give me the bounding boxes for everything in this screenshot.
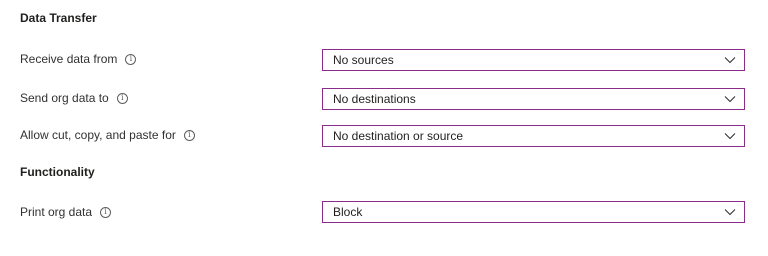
cut-copy-paste-dropdown[interactable]: No destination or source [322, 125, 745, 147]
receive-data-dropdown[interactable]: No sources [322, 49, 745, 71]
section-title-functionality: Functionality [20, 165, 95, 179]
receive-data-label-text: Receive data from [20, 52, 118, 66]
send-org-data-dropdown[interactable]: No destinations [322, 88, 745, 110]
chevron-down-icon [724, 208, 736, 216]
info-icon[interactable]: i [183, 129, 195, 141]
print-org-data-label: Print org data i [20, 204, 112, 220]
receive-data-value: No sources [333, 53, 394, 67]
send-org-data-label: Send org data to i [20, 90, 128, 106]
cut-copy-paste-value: No destination or source [333, 129, 464, 143]
print-org-data-dropdown[interactable]: Block [322, 201, 745, 223]
send-org-data-label-text: Send org data to [20, 91, 109, 105]
info-icon[interactable]: i [125, 53, 137, 65]
send-org-data-value: No destinations [333, 92, 416, 106]
chevron-down-icon [724, 132, 736, 140]
chevron-down-icon [724, 95, 736, 103]
chevron-down-icon [724, 56, 736, 64]
section-title-data-transfer: Data Transfer [20, 11, 97, 25]
info-icon[interactable]: i [100, 206, 112, 218]
cut-copy-paste-label: Allow cut, copy, and paste for i [20, 127, 195, 143]
receive-data-label: Receive data from i [20, 51, 137, 67]
info-icon[interactable]: i [116, 92, 128, 104]
print-org-data-label-text: Print org data [20, 205, 93, 219]
cut-copy-paste-label-text: Allow cut, copy, and paste for [20, 128, 176, 142]
print-org-data-value: Block [333, 205, 363, 219]
